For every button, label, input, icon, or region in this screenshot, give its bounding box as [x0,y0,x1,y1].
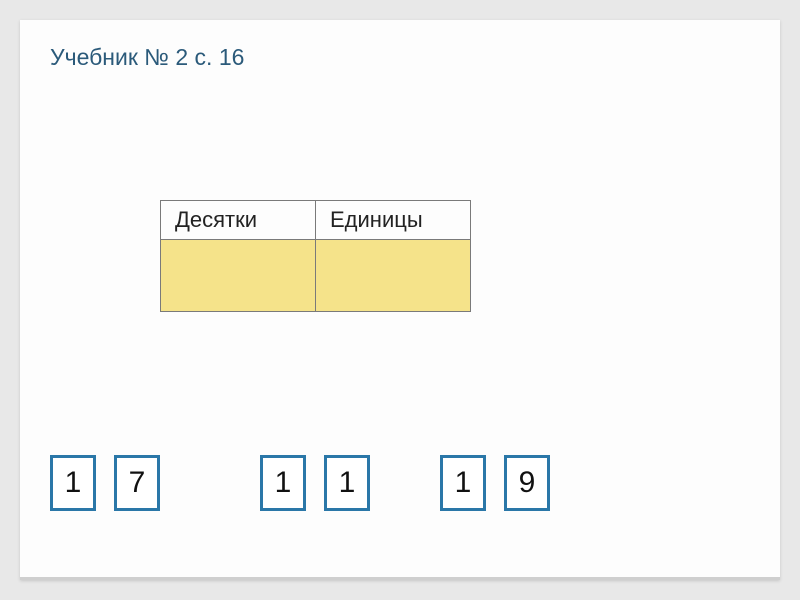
spacer [160,455,260,511]
tile-pair: 1 9 [440,455,550,511]
slide-page: Учебник № 2 с. 16 Десятки Единицы 1 7 1 … [20,20,780,580]
number-tile[interactable]: 1 [50,455,96,511]
place-value-table: Десятки Единицы [160,200,471,312]
number-tile[interactable]: 7 [114,455,160,511]
footer-divider [20,577,780,580]
page-title: Учебник № 2 с. 16 [50,44,244,71]
column-header-ones: Единицы [316,201,471,240]
number-tile[interactable]: 1 [260,455,306,511]
number-tile[interactable]: 9 [504,455,550,511]
number-tile[interactable]: 1 [440,455,486,511]
cell-ones[interactable] [316,240,471,312]
tile-pair: 1 7 [50,455,160,511]
table-row [161,240,471,312]
number-tile[interactable]: 1 [324,455,370,511]
spacer [370,455,440,511]
cell-tens[interactable] [161,240,316,312]
number-tiles-row: 1 7 1 1 1 9 [50,455,550,511]
table-header-row: Десятки Единицы [161,201,471,240]
tile-pair: 1 1 [260,455,370,511]
column-header-tens: Десятки [161,201,316,240]
